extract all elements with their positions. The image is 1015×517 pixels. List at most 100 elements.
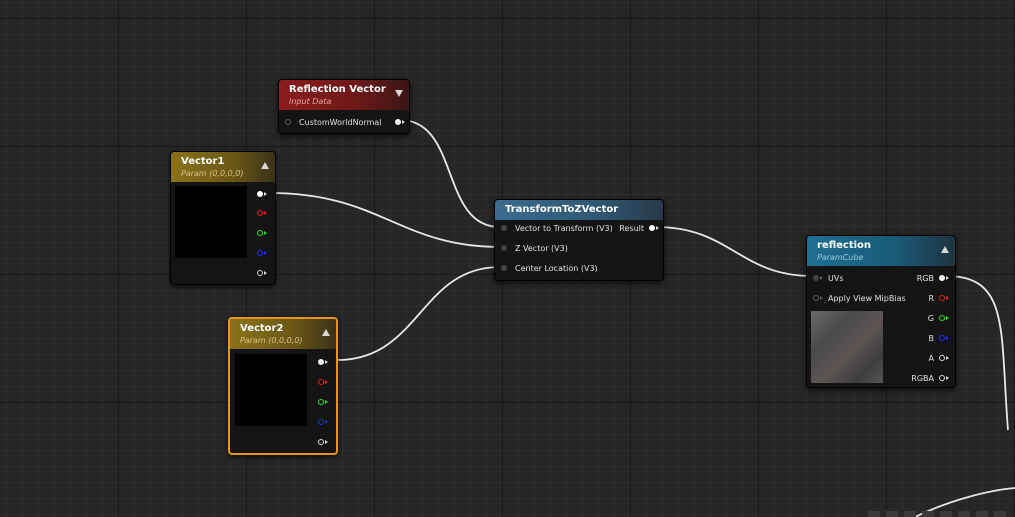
reflection-header[interactable]: reflection ParamCube — [807, 236, 955, 266]
output-arrow-icon — [402, 120, 405, 124]
pin-row-apply-view-mipbias: Apply View MipBias — [813, 291, 906, 305]
cube-preview — [811, 311, 883, 383]
node-subtitle: ParamCube — [817, 253, 864, 262]
pin-arrow-icon — [946, 316, 949, 320]
input-pin-icon[interactable] — [285, 119, 291, 125]
pin-label: Z Vector (V3) — [515, 243, 568, 253]
a-pin-icon[interactable] — [318, 439, 324, 445]
collapse-arrow-icon[interactable] — [322, 329, 330, 336]
transform-header[interactable]: TransformToZVector — [495, 200, 663, 220]
pin-r — [257, 206, 267, 220]
pin-label: RGB — [916, 273, 934, 283]
pin-label: RGBA — [911, 373, 934, 383]
wire-transform-to-reflection — [655, 226, 813, 277]
pin-label: Apply View MipBias — [828, 293, 906, 303]
pin-label: G — [927, 313, 934, 323]
pin-row-center-location: Center Location (V3) — [501, 261, 598, 275]
node-title: Reflection Vector — [289, 84, 386, 95]
pin-arrow-icon — [264, 271, 267, 275]
pin-label: A — [928, 353, 934, 363]
node-subtitle: Input Data — [289, 97, 332, 106]
r-pin-icon[interactable] — [939, 295, 945, 301]
pin-arrow-icon — [264, 231, 267, 235]
g-pin-icon[interactable] — [257, 230, 263, 236]
output-pin-icon[interactable] — [395, 119, 401, 125]
wire-vector2-to-transform — [336, 266, 501, 361]
pin-label: B — [928, 333, 935, 343]
pin-label: Vector to Transform (V3) — [515, 223, 613, 233]
pin-arrow-icon — [946, 276, 949, 280]
rgb-pin-icon[interactable] — [939, 275, 945, 281]
vector1-node[interactable]: Vector1 Param (0,0,0,0) — [170, 151, 276, 285]
pin-b — [318, 415, 328, 429]
input-pin-icon[interactable] — [501, 225, 507, 231]
g-pin-icon[interactable] — [318, 399, 324, 405]
b-pin-icon[interactable] — [939, 335, 945, 341]
a-pin-icon[interactable] — [939, 355, 945, 361]
output-pin-icon[interactable] — [649, 225, 655, 231]
pin-g — [318, 395, 328, 409]
b-pin-icon[interactable] — [257, 250, 263, 256]
pin-label: R — [928, 293, 934, 303]
pin-arrow-icon — [325, 400, 328, 404]
output-arrow-icon — [656, 226, 659, 230]
r-pin-icon[interactable] — [257, 210, 263, 216]
collapse-arrow-icon[interactable] — [261, 162, 269, 169]
input-arrow-icon — [820, 296, 823, 300]
input-arrow-icon — [820, 276, 823, 280]
pin-b — [257, 246, 267, 260]
pin-arrow-icon — [264, 251, 267, 255]
pin-arrow-icon — [264, 192, 267, 196]
input-pin-icon[interactable] — [813, 295, 819, 301]
g-pin-icon[interactable] — [939, 315, 945, 321]
pin-label: Center Location (V3) — [515, 263, 598, 273]
rgb-pin-icon[interactable] — [257, 191, 263, 197]
pin-arrow-icon — [325, 380, 328, 384]
pin-a — [318, 435, 328, 449]
color-preview — [175, 186, 247, 258]
pin-row-rgb: RGB — [917, 271, 949, 285]
pin-arrow-icon — [325, 440, 328, 444]
graph-watermark — [868, 511, 1006, 517]
rgb-pin-icon[interactable] — [318, 359, 324, 365]
pin-row-vector-to-transform: Vector to Transform (V3) Result — [501, 221, 659, 235]
input-pin-icon[interactable] — [501, 265, 507, 271]
pin-row-rgba: RGBA — [911, 371, 949, 385]
b-pin-icon[interactable] — [318, 419, 324, 425]
a-pin-icon[interactable] — [257, 270, 263, 276]
reflection-param-cube-node[interactable]: reflection ParamCube UVs Apply View MipB… — [806, 235, 956, 388]
pin-arrow-icon — [946, 336, 949, 340]
pin-g — [257, 226, 267, 240]
node-title: Vector1 — [181, 156, 225, 167]
vector1-header[interactable]: Vector1 Param (0,0,0,0) — [171, 152, 275, 182]
input-pin-icon[interactable] — [501, 245, 507, 251]
pin-row-b: B — [928, 331, 949, 345]
pin-rgb — [318, 355, 328, 369]
vector2-node[interactable]: Vector2 Param (0,0,0,0) — [228, 317, 338, 455]
node-title: TransformToZVector — [505, 204, 619, 215]
input-pin-icon[interactable] — [813, 275, 819, 281]
pin-arrow-icon — [946, 376, 949, 380]
color-preview — [235, 354, 307, 426]
output-label: Result — [619, 223, 644, 233]
r-pin-icon[interactable] — [318, 379, 324, 385]
pin-label: CustomWorldNormal — [299, 117, 382, 127]
transform-to-z-vector-node[interactable]: TransformToZVector Vector to Transform (… — [494, 199, 664, 281]
pin-row-uvs: UVs — [813, 271, 844, 285]
pin-row-g: G — [928, 311, 949, 325]
wire-vector1-to-transform — [269, 192, 501, 248]
expand-arrow-icon[interactable] — [395, 90, 403, 97]
node-subtitle: Param (0,0,0,0) — [240, 336, 303, 345]
pin-rgb — [257, 187, 267, 201]
node-subtitle: Param (0,0,0,0) — [181, 169, 244, 178]
wire-reflection-to-transform — [399, 119, 501, 228]
pin-arrow-icon — [946, 296, 949, 300]
reflection-vector-node[interactable]: Reflection Vector Input Data CustomWorld… — [278, 79, 410, 134]
rgba-pin-icon[interactable] — [939, 375, 945, 381]
pin-arrow-icon — [325, 420, 328, 424]
node-title: Vector2 — [240, 323, 284, 334]
collapse-arrow-icon[interactable] — [941, 246, 949, 253]
pin-row-customworldnormal: CustomWorldNormal — [285, 115, 405, 129]
reflection-vector-header[interactable]: Reflection Vector Input Data — [279, 80, 409, 110]
vector2-header[interactable]: Vector2 Param (0,0,0,0) — [230, 319, 336, 349]
